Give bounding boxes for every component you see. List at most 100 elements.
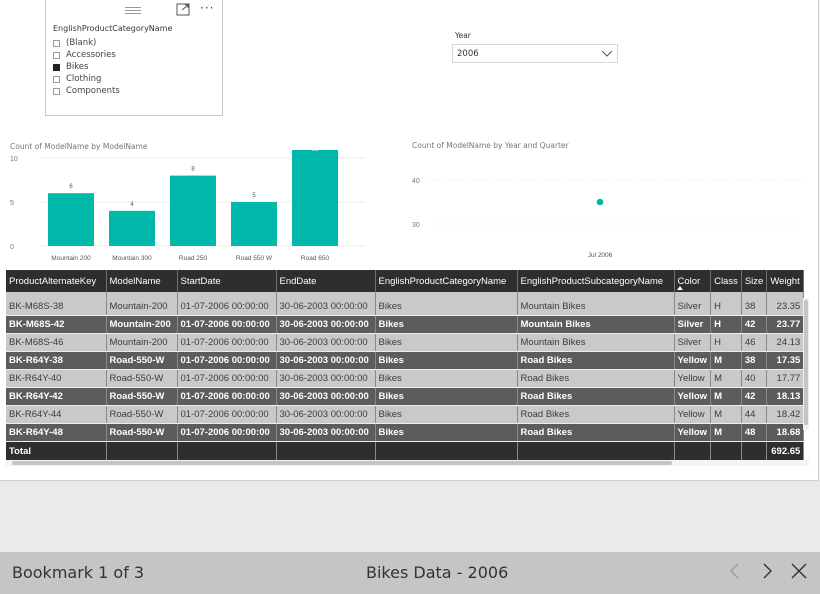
- drag-grip-icon[interactable]: [125, 7, 141, 14]
- table-cell: M: [710, 369, 742, 388]
- table-row[interactable]: BK-M68S-46 Mountain-200 01-07-2006 00:00:0…: [6, 333, 805, 352]
- table-cell: Road-550-W: [106, 387, 178, 406]
- table-cell: BK-R64Y-38: [6, 351, 107, 370]
- table-cell: Yellow: [674, 405, 712, 424]
- product-table[interactable]: ProductAlternateKey ModelName StartDate End…: [6, 270, 809, 465]
- column-header[interactable]: Weight: [766, 270, 805, 292]
- vertical-scrollbar-thumb[interactable]: [804, 300, 808, 425]
- bar: [231, 202, 277, 246]
- table-cell: Mountain Bikes: [517, 315, 675, 334]
- slicer-item[interactable]: Clothing: [53, 73, 120, 85]
- table-cell: 30-06-2003 00:00:00: [276, 351, 376, 370]
- table-cell: 42: [741, 387, 768, 406]
- checkbox-icon[interactable]: [53, 87, 60, 95]
- category-slicer[interactable]: ··· EnglishProductCategoryName (Blank) Ac…: [45, 0, 223, 116]
- slicer-item-label: (Blank): [66, 38, 97, 48]
- next-icon[interactable]: [757, 561, 777, 581]
- data-label: 8: [191, 167, 195, 173]
- column-header[interactable]: ModelName: [106, 270, 178, 292]
- table-row[interactable]: BK-R64Y-44 Road-550-W 01-07-2006 00:00:00 3…: [6, 405, 805, 424]
- column-header[interactable]: EnglishProductSubcategoryName: [517, 270, 675, 292]
- focus-mode-icon[interactable]: [176, 3, 190, 16]
- table-cell: 23.77: [766, 315, 805, 334]
- table-cell: Road Bikes: [517, 351, 675, 370]
- table-cell: 17.35: [766, 351, 805, 370]
- year-dropdown[interactable]: 2006: [452, 44, 618, 63]
- column-header[interactable]: Class: [710, 270, 742, 292]
- table-cell: M: [710, 405, 742, 424]
- checkbox-icon[interactable]: [53, 51, 60, 59]
- x-tick-label: Road 650: [301, 255, 330, 262]
- table-cell: BK-M68S-46: [6, 333, 107, 352]
- sort-ascending-icon[interactable]: [677, 286, 683, 290]
- table-cell: 30-06-2003 00:00:00: [276, 423, 376, 442]
- table-cell: 18.68: [766, 423, 805, 442]
- table-cell: 01-07-2006 00:00:00: [177, 298, 277, 316]
- bookmark-bar: Bookmark 1 of 3 Bikes Data - 2006: [0, 552, 820, 594]
- slicer-item[interactable]: Components: [53, 85, 120, 97]
- slicer-item[interactable]: Accessories: [53, 49, 120, 61]
- table-cell: 01-07-2006 00:00:00: [177, 405, 277, 424]
- table-cell: Mountain-200: [106, 315, 178, 334]
- table-row[interactable]: BK-M68S-42 Mountain-200 01-07-2006 00:00:0…: [6, 315, 805, 334]
- table-cell: 30-06-2003 00:00:00: [276, 405, 376, 424]
- close-icon[interactable]: [789, 561, 809, 581]
- table-cell: Yellow: [674, 351, 712, 370]
- table-row[interactable]: BK-R64Y-40 Road-550-W 01-07-2006 00:00:00 3…: [6, 369, 805, 388]
- horizontal-scrollbar-thumb[interactable]: [12, 461, 672, 465]
- table-cell: Silver: [674, 315, 712, 334]
- column-header[interactable]: ProductAlternateKey: [6, 270, 107, 292]
- table-cell: 38: [741, 351, 768, 370]
- year-filter-label: Year: [455, 31, 471, 40]
- column-header[interactable]: StartDate: [177, 270, 277, 292]
- table-cell: 30-06-2003 00:00:00: [276, 387, 376, 406]
- x-tick-label: Road 250: [179, 255, 208, 262]
- table-cell: 42: [741, 315, 768, 334]
- column-header[interactable]: EnglishProductCategoryName: [375, 270, 518, 292]
- total-label: Total: [6, 441, 107, 461]
- table-row[interactable]: BK-R64Y-42 Road-550-W 01-07-2006 00:00:00 3…: [6, 387, 805, 406]
- slicer-title: EnglishProductCategoryName: [53, 24, 173, 33]
- slicer-item[interactable]: Bikes: [53, 61, 120, 73]
- table-cell: 01-07-2006 00:00:00: [177, 369, 277, 388]
- total-empty-cell: [741, 441, 768, 461]
- bar-chart-svg: 0 5 10 6 Mountain 200 4 Mountain 300 8 Road 250 5…: [10, 140, 365, 262]
- table-cell: 18.13: [766, 387, 805, 406]
- data-label: 12: [312, 150, 319, 152]
- bookmark-count: Bookmark 1 of 3: [12, 563, 145, 582]
- report-canvas: ··· EnglishProductCategoryName (Blank) Ac…: [0, 0, 819, 481]
- checkbox-checked-icon[interactable]: [53, 63, 60, 71]
- table-cell: BK-R64Y-42: [6, 387, 107, 406]
- table-cell: Mountain Bikes: [517, 298, 675, 316]
- total-empty-cell: [674, 441, 712, 461]
- table-row[interactable]: BK-M68S-38 Mountain-200 01-07-2006 00:00:0…: [6, 298, 805, 316]
- y-tick-label: 30: [412, 222, 420, 229]
- table-row[interactable]: BK-R64Y-48 Road-550-W 01-07-2006 00:00:00 3…: [6, 423, 805, 442]
- chevron-down-icon: [601, 50, 613, 57]
- column-header[interactable]: EndDate: [276, 270, 376, 292]
- more-options-icon[interactable]: ···: [200, 1, 214, 15]
- table-header-row: ProductAlternateKey ModelName StartDate End…: [6, 270, 805, 292]
- table-cell: Yellow: [674, 387, 712, 406]
- bar-chart-visual[interactable]: Count of ModelName by ModelName 0 5 10 6 Mou…: [0, 140, 380, 265]
- checkbox-icon[interactable]: [53, 39, 60, 47]
- table-cell: Road Bikes: [517, 405, 675, 424]
- total-empty-cell: [106, 441, 178, 461]
- table-cell: Bikes: [375, 351, 518, 370]
- table-cell: M: [710, 423, 742, 442]
- slicer-item-label: Accessories: [66, 50, 116, 60]
- bar-chart-title: Count of ModelName by ModelName: [10, 142, 148, 151]
- line-chart-visual[interactable]: Count of ModelName by Year and Quarter 3…: [400, 141, 810, 265]
- table-row[interactable]: BK-R64Y-38 Road-550-W 01-07-2006 00:00:00 3…: [6, 351, 805, 370]
- slicer-item-label: Components: [66, 86, 120, 96]
- table-cell: H: [710, 315, 742, 334]
- table-cell: BK-R64Y-40: [6, 369, 107, 388]
- column-header[interactable]: Size: [741, 270, 768, 292]
- table-cell: Mountain Bikes: [517, 333, 675, 352]
- table-cell: BK-R64Y-44: [6, 405, 107, 424]
- checkbox-icon[interactable]: [53, 75, 60, 83]
- horizontal-scrollbar[interactable]: [6, 460, 809, 466]
- previous-icon[interactable]: [725, 561, 745, 581]
- slicer-item[interactable]: (Blank): [53, 37, 120, 49]
- vertical-scrollbar[interactable]: [803, 298, 809, 430]
